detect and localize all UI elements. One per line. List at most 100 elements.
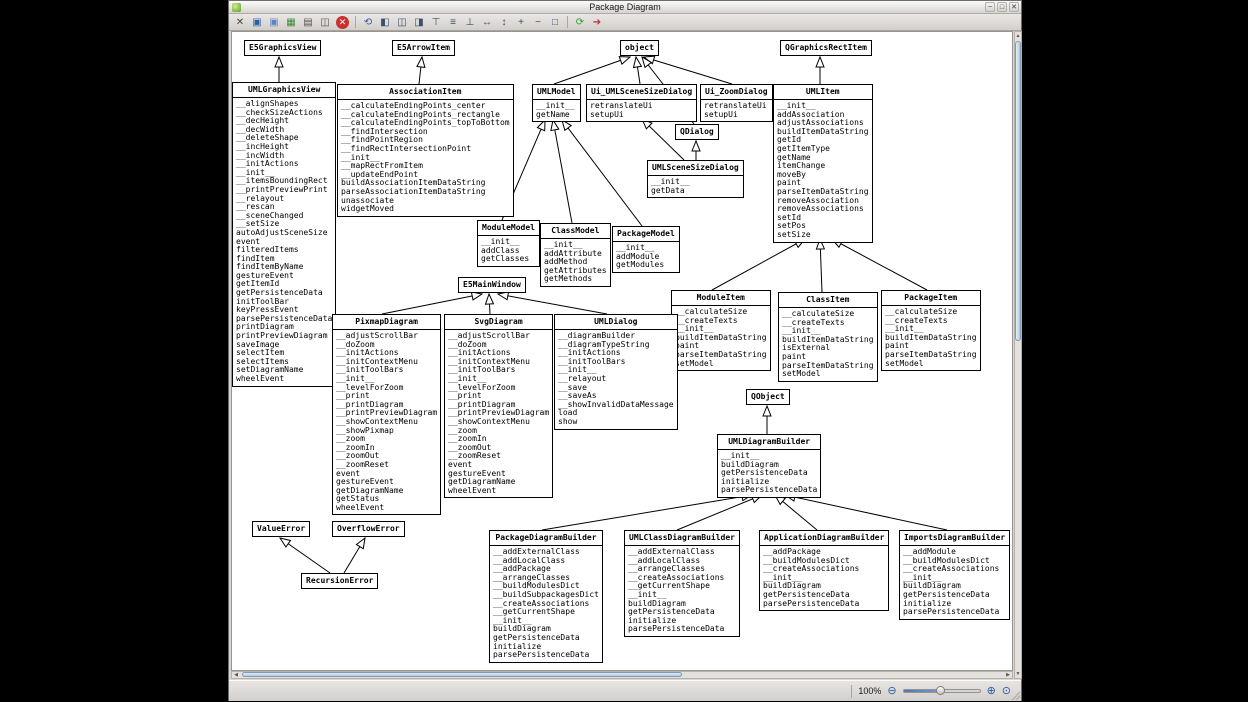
scroll-down-icon[interactable]: ▼ bbox=[1014, 670, 1022, 678]
close-button[interactable]: ✕ bbox=[1009, 2, 1019, 12]
inheritance-edge-PackageItem-to-UMLItem bbox=[832, 239, 927, 290]
align-bottom-icon[interactable]: ⊥ bbox=[462, 15, 478, 30]
horizontal-scrollbar[interactable]: ◀ ▶ bbox=[231, 671, 1013, 679]
inheritance-edge-Ui_ZoomDialog-to-object bbox=[644, 57, 732, 84]
class-box-PixmapDiagram[interactable]: PixmapDiagram__adjustScrollBar __doZoom … bbox=[332, 314, 441, 515]
app-window: Package Diagram −□✕ ✕▣▣▦▤◫✕⟲◧◫◨⊤≡⊥↔↕+−□⟳… bbox=[228, 0, 1022, 701]
vertical-scroll-thumb[interactable] bbox=[1015, 41, 1021, 341]
vertical-scrollbar[interactable]: ▲ ▼ bbox=[1014, 31, 1022, 679]
class-box-PackageModel[interactable]: PackageModel__init__ addModule getModule… bbox=[612, 226, 680, 273]
zoom-level-label: 100% bbox=[858, 686, 881, 696]
zoom-slider-thumb[interactable] bbox=[936, 686, 945, 695]
class-name: UMLDiagramBuilder bbox=[718, 435, 820, 450]
class-name: PackageModel bbox=[613, 227, 679, 242]
class-box-QObject[interactable]: QObject bbox=[746, 389, 790, 405]
zoom-out-icon[interactable]: ⊖ bbox=[887, 684, 896, 698]
class-box-QGraphicsRectItem[interactable]: QGraphicsRectItem bbox=[780, 40, 872, 56]
inheritance-edge-PixmapDiagram-to-E5MainWindow bbox=[382, 294, 482, 314]
align-left-icon[interactable]: ◧ bbox=[377, 15, 393, 30]
close-window-icon[interactable]: ✕ bbox=[232, 15, 248, 30]
class-name: ModuleItem bbox=[672, 291, 770, 306]
class-name: SvgDiagram bbox=[445, 315, 552, 330]
class-methods: __calculateSize __createTexts __init__ b… bbox=[882, 306, 980, 370]
class-box-PackageItem[interactable]: PackageItem__calculateSize __createTexts… bbox=[881, 290, 981, 371]
zoom-in-icon[interactable]: ⊕ bbox=[987, 684, 996, 698]
class-box-E5ArrowItem[interactable]: E5ArrowItem bbox=[392, 40, 455, 56]
align-vcenter-icon[interactable]: ≡ bbox=[445, 15, 461, 30]
class-methods: __init__ addModule getModules bbox=[613, 242, 679, 272]
class-methods: __addPackage __buildModulesDict __create… bbox=[760, 546, 888, 610]
class-box-ClassItem[interactable]: ClassItem__calculateSize __createTexts _… bbox=[778, 292, 878, 382]
class-box-ModuleModel[interactable]: ModuleModel__init__ addClass getClasses bbox=[477, 220, 540, 267]
class-box-UMLClassDiagramBuilder[interactable]: UMLClassDiagramBuilder__addExternalClass… bbox=[624, 530, 740, 637]
toolbar-separator bbox=[355, 16, 356, 28]
scroll-left-icon[interactable]: ◀ bbox=[232, 671, 240, 679]
inheritance-edge-ImportsDiagramBuilder-to-UMLDiagramBuilder bbox=[785, 495, 947, 530]
zoom-slider[interactable] bbox=[903, 685, 981, 697]
save-icon[interactable]: ▣ bbox=[249, 15, 265, 30]
diagram-canvas[interactable]: E5GraphicsView E5ArrowItem object QGraphics… bbox=[231, 31, 1013, 671]
maximize-button[interactable]: □ bbox=[997, 2, 1007, 12]
horizontal-scroll-thumb[interactable] bbox=[242, 672, 682, 677]
align-hcenter-icon[interactable]: ◫ bbox=[394, 15, 410, 30]
class-name: object bbox=[621, 41, 658, 55]
class-box-UMLDialog[interactable]: UMLDialog__diagramBuilder __diagramTypeS… bbox=[554, 314, 678, 430]
class-box-Ui_ZoomDialog[interactable]: Ui_ZoomDialogretranslateUi setupUi bbox=[700, 84, 773, 122]
stop-icon[interactable]: ✕ bbox=[336, 16, 349, 29]
class-box-UMLSceneSizeDialog[interactable]: UMLSceneSizeDialog__init__ getData bbox=[647, 160, 744, 198]
increase-size-icon[interactable]: + bbox=[513, 15, 529, 30]
exit-icon[interactable]: ➔ bbox=[589, 15, 605, 30]
class-box-RecursionError[interactable]: RecursionError bbox=[301, 573, 378, 589]
align-top-icon[interactable]: ⊤ bbox=[428, 15, 444, 30]
class-box-UMLItem[interactable]: UMLItem__init__ addAssociation adjustAss… bbox=[773, 84, 873, 243]
minimize-button[interactable]: − bbox=[985, 2, 995, 12]
space-vertical-icon[interactable]: ↕ bbox=[496, 15, 512, 30]
align-right-icon[interactable]: ◨ bbox=[411, 15, 427, 30]
scroll-up-icon[interactable]: ▲ bbox=[1014, 32, 1022, 40]
class-box-PackageDiagramBuilder[interactable]: PackageDiagramBuilder__addExternalClass … bbox=[489, 530, 603, 663]
class-name: E5ArrowItem bbox=[393, 41, 454, 55]
class-box-ApplicationDiagramBuilder[interactable]: ApplicationDiagramBuilder__addPackage __… bbox=[759, 530, 889, 611]
resize-grip[interactable] bbox=[1010, 690, 1020, 700]
print-preview-icon[interactable]: ◫ bbox=[317, 15, 333, 30]
class-name: ClassItem bbox=[779, 293, 877, 308]
scroll-right-icon[interactable]: ▶ bbox=[1004, 671, 1012, 679]
class-box-E5GraphicsView[interactable]: E5GraphicsView bbox=[244, 40, 321, 56]
class-name: UMLItem bbox=[774, 85, 872, 100]
class-box-ImportsDiagramBuilder[interactable]: ImportsDiagramBuilder__addModule __build… bbox=[899, 530, 1010, 620]
class-box-ModuleItem[interactable]: ModuleItem__calculateSize __createTexts … bbox=[671, 290, 771, 371]
print-icon[interactable]: ▤ bbox=[300, 15, 316, 30]
window-controls: −□✕ bbox=[985, 2, 1019, 12]
class-box-AssociationItem[interactable]: AssociationItem__calculateEndingPoints_c… bbox=[337, 84, 514, 217]
class-methods: __init__ getData bbox=[648, 176, 743, 197]
class-box-ClassModel[interactable]: ClassModel__init__ addAttribute addMetho… bbox=[540, 223, 611, 287]
toolbar-separator bbox=[567, 16, 568, 28]
class-box-UMLModel[interactable]: UMLModel__init__ getName bbox=[532, 84, 581, 122]
class-name: E5GraphicsView bbox=[245, 41, 320, 55]
inheritance-edge-ClassItem-to-UMLItem bbox=[820, 239, 822, 292]
relayout-icon[interactable]: ⟲ bbox=[360, 15, 376, 30]
space-horizontal-icon[interactable]: ↔ bbox=[479, 15, 495, 30]
refresh-icon[interactable]: ⟳ bbox=[572, 15, 588, 30]
class-box-E5MainWindow[interactable]: E5MainWindow bbox=[458, 277, 526, 293]
class-methods: __calculateSize __createTexts __init__ b… bbox=[779, 308, 877, 381]
class-box-ValueError[interactable]: ValueError bbox=[252, 521, 310, 537]
class-box-OverflowError[interactable]: OverflowError bbox=[332, 521, 405, 537]
save-image-icon[interactable]: ▦ bbox=[283, 15, 299, 30]
inheritance-edge-RecursionError-to-OverflowError bbox=[344, 538, 365, 573]
class-name: RecursionError bbox=[302, 574, 377, 588]
save-as-icon[interactable]: ▣ bbox=[266, 15, 282, 30]
class-box-QDialog[interactable]: QDialog bbox=[675, 124, 719, 140]
class-box-UMLGraphicsView[interactable]: UMLGraphicsView__alignShapes __checkSize… bbox=[232, 82, 336, 387]
decrease-size-icon[interactable]: − bbox=[530, 15, 546, 30]
class-methods: __init__ buildDiagram getPersistenceData… bbox=[718, 450, 820, 497]
class-name: QGraphicsRectItem bbox=[781, 41, 871, 55]
inheritance-edge-ClassModel-to-UMLModel bbox=[553, 120, 572, 223]
class-name: UMLDialog bbox=[555, 315, 677, 330]
set-size-icon[interactable]: □ bbox=[547, 15, 563, 30]
class-box-SvgDiagram[interactable]: SvgDiagram__adjustScrollBar __doZoom __i… bbox=[444, 314, 553, 498]
titlebar[interactable]: Package Diagram −□✕ bbox=[229, 1, 1021, 14]
class-box-object[interactable]: object bbox=[620, 40, 659, 56]
class-box-UMLDiagramBuilder[interactable]: UMLDiagramBuilder__init__ buildDiagram g… bbox=[717, 434, 821, 498]
class-box-Ui_UMLSceneSizeDialog[interactable]: Ui_UMLSceneSizeDialogretranslateUi setup… bbox=[586, 84, 697, 122]
